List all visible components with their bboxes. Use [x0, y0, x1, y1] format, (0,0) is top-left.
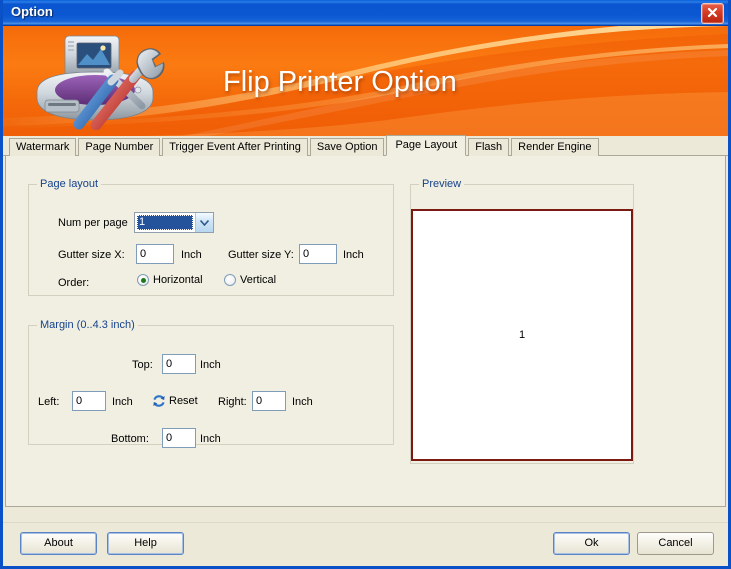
option-dialog-window: Option Flip Printer Option Watermark Pag… — [0, 0, 731, 569]
margin-bottom-input[interactable] — [162, 428, 196, 448]
banner-title: Flip Printer Option — [223, 66, 457, 98]
tab-save-option[interactable]: Save Option — [309, 138, 385, 156]
radio-order-horizontal[interactable]: Horizontal — [137, 274, 203, 286]
tab-label: Render Engine — [518, 141, 592, 153]
gutter-size-x-unit: Inch — [181, 249, 202, 261]
tab-strip: Watermark Page Number Trigger Event After … — [3, 135, 728, 156]
margin-right-input[interactable] — [252, 391, 286, 411]
margin-left-unit: Inch — [112, 396, 133, 408]
tab-page-number[interactable]: Page Number — [78, 138, 161, 156]
radio-label: Vertical — [240, 274, 277, 286]
preview-page-number: 1 — [518, 329, 526, 341]
reset-button[interactable]: Reset — [152, 394, 198, 408]
tab-label: Flash — [475, 141, 503, 153]
cancel-button[interactable]: Cancel — [637, 532, 714, 555]
printer-tools-icon — [36, 35, 165, 130]
tab-page-layout[interactable]: Page Layout — [386, 135, 467, 156]
margin-left-label: Left: — [38, 396, 60, 408]
order-label: Order: — [58, 277, 90, 289]
close-icon — [707, 7, 718, 18]
page-layout-group-title: Page layout — [37, 178, 102, 190]
preview-page: 1 — [411, 209, 633, 461]
radio-order-vertical[interactable]: Vertical — [224, 274, 276, 286]
radio-mark-icon — [137, 274, 149, 286]
gutter-size-y-input[interactable] — [299, 244, 337, 264]
tab-label: Page Layout — [395, 139, 458, 151]
margin-top-label: Top: — [132, 359, 153, 371]
margin-right-label: Right: — [218, 396, 247, 408]
margin-group: Margin (0..4.3 inch) — [28, 319, 394, 445]
window-title: Option — [11, 4, 53, 19]
margin-top-input[interactable] — [162, 354, 196, 374]
margin-bottom-unit: Inch — [200, 433, 221, 445]
about-label: About — [44, 537, 73, 549]
help-label: Help — [134, 537, 157, 549]
title-bar: Option — [3, 0, 728, 26]
gutter-size-x-label: Gutter size X: — [58, 249, 125, 261]
tab-label: Watermark — [16, 141, 70, 153]
dialog-footer: About Help Ok Cancel — [3, 522, 728, 566]
margin-top-unit: Inch — [200, 359, 221, 371]
margin-left-input[interactable] — [72, 391, 106, 411]
num-per-page-combobox[interactable]: 1 — [134, 212, 214, 233]
gutter-size-y-unit: Inch — [343, 249, 364, 261]
reset-label: Reset — [169, 395, 198, 407]
tab-flash[interactable]: Flash — [468, 138, 510, 156]
tab-label: Trigger Event After Printing — [169, 141, 301, 153]
margin-bottom-label: Bottom: — [111, 433, 149, 445]
ok-button[interactable]: Ok — [553, 532, 630, 555]
page-layout-panel: Page layout Num per page 1 Gutter size X… — [5, 156, 726, 507]
tab-label: Page Number — [85, 141, 154, 153]
help-button[interactable]: Help — [107, 532, 184, 555]
preview-group-title: Preview — [419, 178, 465, 190]
ok-label: Ok — [584, 537, 599, 549]
radio-mark-icon — [224, 274, 236, 286]
cancel-label: Cancel — [658, 537, 693, 549]
about-button[interactable]: About — [20, 532, 97, 555]
tab-watermark[interactable]: Watermark — [9, 138, 77, 156]
gutter-size-y-label: Gutter size Y: — [228, 249, 294, 261]
app-banner: Flip Printer Option — [3, 26, 728, 136]
refresh-arrows-icon — [153, 395, 165, 407]
margin-right-unit: Inch — [292, 396, 313, 408]
radio-label: Horizontal — [153, 274, 203, 286]
close-button[interactable] — [701, 3, 724, 24]
gutter-size-x-input[interactable] — [136, 244, 174, 264]
tab-trigger-event-after-printing[interactable]: Trigger Event After Printing — [162, 138, 308, 156]
tab-render-engine[interactable]: Render Engine — [511, 138, 599, 156]
num-per-page-label: Num per page — [58, 217, 128, 229]
num-per-page-value: 1 — [137, 215, 193, 230]
tab-label: Save Option — [316, 141, 378, 153]
chevron-down-icon[interactable] — [195, 213, 213, 232]
margin-group-title: Margin (0..4.3 inch) — [37, 319, 138, 331]
